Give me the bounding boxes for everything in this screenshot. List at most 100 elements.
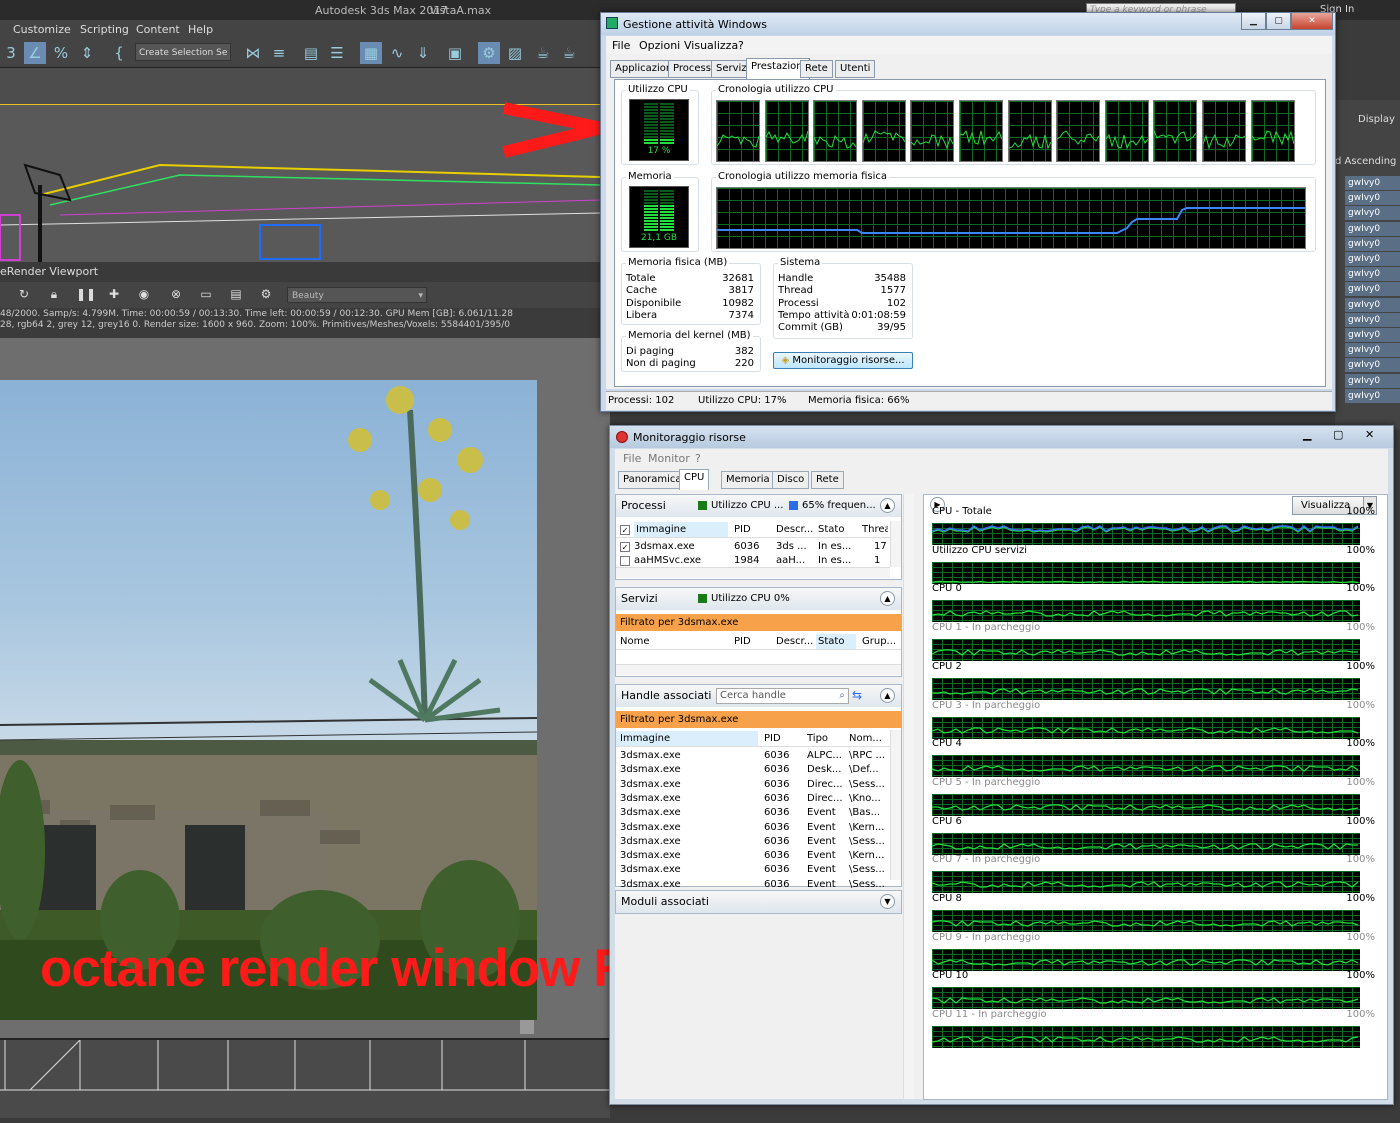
render-icon[interactable]: ▨ [504,42,526,64]
collapse-services-icon[interactable]: ▲ [880,591,895,606]
scene-item[interactable]: gwIvy0 [1345,358,1400,373]
rm-maximize-button[interactable]: ▢ [1333,428,1343,441]
handle-row[interactable]: 3dsmax.exe 6036 Direc... \Sess... [616,778,886,792]
processes-vscroll[interactable] [890,521,901,567]
color-picker-icon[interactable]: ◉ [136,286,152,302]
menu-customize[interactable]: Customize [13,23,71,36]
settings-icon[interactable]: ⚙ [258,286,274,302]
rm-close-button[interactable]: ✕ [1365,428,1374,441]
maximize-button[interactable]: ▢ [1266,13,1291,30]
col-pid[interactable]: PID [734,524,751,535]
scene-item[interactable]: gwIvy0 [1345,221,1400,236]
sort-label[interactable]: d Ascending [1335,156,1396,167]
menu-help[interactable]: Help [188,23,213,36]
lock-icon[interactable]: 🔒︎ [46,286,62,302]
angle-snap-icon[interactable]: ∠ [24,42,46,64]
services-hscroll[interactable] [616,664,901,675]
spinner-snap-icon[interactable]: ⇕ [76,42,98,64]
svc-col-state[interactable]: Stato [816,634,856,649]
menu-content[interactable]: Content [136,23,180,36]
scene-item[interactable]: gwIvy0 [1345,297,1400,312]
pause-icon[interactable]: ❚❚ [76,286,96,302]
handle-row[interactable]: 3dsmax.exe 6036 Desk... \Def... [616,763,886,777]
scene-item[interactable]: gwIvy0 [1345,191,1400,206]
collapse-handles-icon[interactable]: ▲ [880,688,895,703]
handle-row[interactable]: 3dsmax.exe 6036 ALPC... \RPC ... [616,749,886,763]
rm-menu-help[interactable]: ? [695,452,701,465]
region-icon[interactable]: ⊗ [168,286,184,302]
h-col-type[interactable]: Tipo [807,733,828,744]
render-teapot-icon[interactable]: ☕ [532,42,554,64]
col-image[interactable]: Immagine [634,522,728,537]
viewport-icon[interactable]: ▭ [198,286,214,302]
schematic-view-icon[interactable]: ▦ [360,42,382,64]
toggle-ribbon-icon[interactable]: ☰ [326,42,348,64]
scene-item[interactable]: gwIvy0 [1345,312,1400,327]
collapse-processes-icon[interactable]: ▲ [880,498,895,513]
h-col-pid[interactable]: PID [764,733,781,744]
rm-tab-disco[interactable]: Disco [772,471,810,489]
handles-header[interactable]: Handle associati Cerca handle ⌕ ⇆ ▲ [616,685,901,707]
rendered-frame-icon[interactable]: ⚙ [478,42,500,64]
snap-3d-icon[interactable]: 3 [0,42,22,64]
handle-row[interactable]: 3dsmax.exe 6036 Event \Sess... [616,863,886,877]
process-row[interactable]: ✓ 3dsmax.exe 6036 3ds ... In es... 17 [616,540,887,554]
handle-row[interactable]: 3dsmax.exe 6036 Event \Kern... [616,849,886,863]
scene-item[interactable]: gwIvy0 [1345,328,1400,342]
rm-tab-panoramica[interactable]: Panoramica [618,471,687,489]
process-checkbox[interactable] [620,556,630,567]
handle-row[interactable]: 3dsmax.exe 6036 Event \Kern... [616,821,886,835]
svc-col-name[interactable]: Nome [620,636,650,647]
handle-search-input[interactable]: Cerca handle ⌕ [716,688,849,704]
material-editor-icon[interactable]: ⇓ [412,42,434,64]
max-timeline[interactable] [0,1038,610,1118]
rm-tab-rete[interactable]: Rete [811,471,844,489]
handles-vscroll[interactable] [890,730,901,880]
col-state[interactable]: Stato [818,524,844,535]
restart-render-icon[interactable]: ↻ [16,286,32,302]
tm-menu-options[interactable]: Opzioni [639,39,680,52]
handle-row[interactable]: 3dsmax.exe 6036 Event \Bas... [616,806,886,820]
processes-hscroll[interactable] [616,567,890,578]
selection-set-dropdown[interactable]: Create Selection Se [135,43,231,61]
scene-item[interactable]: gwIvy0 [1345,343,1400,358]
menu-scripting[interactable]: Scripting [80,23,129,36]
tab-utenti[interactable]: Utenti [835,60,876,78]
scene-item[interactable]: gwIvy0 [1345,236,1400,251]
edit-named-selection-icon[interactable]: { [108,42,130,64]
select-all-checkbox[interactable]: ✓ [620,525,630,535]
svc-col-group[interactable]: Grup... [862,636,896,647]
render-active-icon[interactable]: ☕ [558,42,580,64]
scene-item[interactable]: gwIvy0 [1345,373,1400,388]
scene-item[interactable]: gwIvy0 [1345,388,1400,403]
scene-item[interactable]: gwIvy0 [1345,206,1400,221]
render-scroll-handle[interactable] [520,1020,534,1034]
resource-monitor-button[interactable]: ◈ Monitoraggio risorse... [773,352,913,369]
curve-editor-icon[interactable]: ∿ [386,42,408,64]
focus-picker-icon[interactable]: ✚ [106,286,122,302]
svc-col-pid[interactable]: PID [734,636,751,647]
rm-tab-cpu[interactable]: CPU [679,469,710,490]
rm-menu-file[interactable]: File [623,452,641,465]
tm-menu-file[interactable]: File [612,39,630,52]
h-col-name[interactable]: Nom... [849,733,882,744]
display-label[interactable]: Display [1358,114,1395,125]
tab-rete[interactable]: Rete [800,60,833,78]
layer-explorer-icon[interactable]: ▤ [300,42,322,64]
modules-header[interactable]: Moduli associati ▼ [616,891,901,913]
col-description[interactable]: Descr... [776,524,813,535]
render-setup-icon[interactable]: ▣ [444,42,466,64]
mirror-icon[interactable]: ⋈ [242,42,264,64]
tm-menu-view[interactable]: Visualizza [684,39,738,52]
handle-row[interactable]: 3dsmax.exe 6036 Direc... \Kno... [616,792,886,806]
scene-item[interactable]: gwIvy0 [1345,267,1400,282]
services-header[interactable]: Servizi Utilizzo CPU 0% ▲ [616,588,901,610]
processes-header[interactable]: Processi Utilizzo CPU ... 65% frequen...… [616,495,901,517]
tm-menu-help[interactable]: ? [738,39,744,52]
search-icon[interactable]: ⌕ [839,689,845,703]
rm-tab-memoria[interactable]: Memoria [721,471,775,489]
handle-row[interactable]: 3dsmax.exe 6036 Event \Sess... [616,835,886,849]
rm-menu-monitor[interactable]: Monitor [648,452,690,465]
rm-minimize-button[interactable]: ▁ [1303,428,1311,441]
svc-col-description[interactable]: Descr... [776,636,813,647]
